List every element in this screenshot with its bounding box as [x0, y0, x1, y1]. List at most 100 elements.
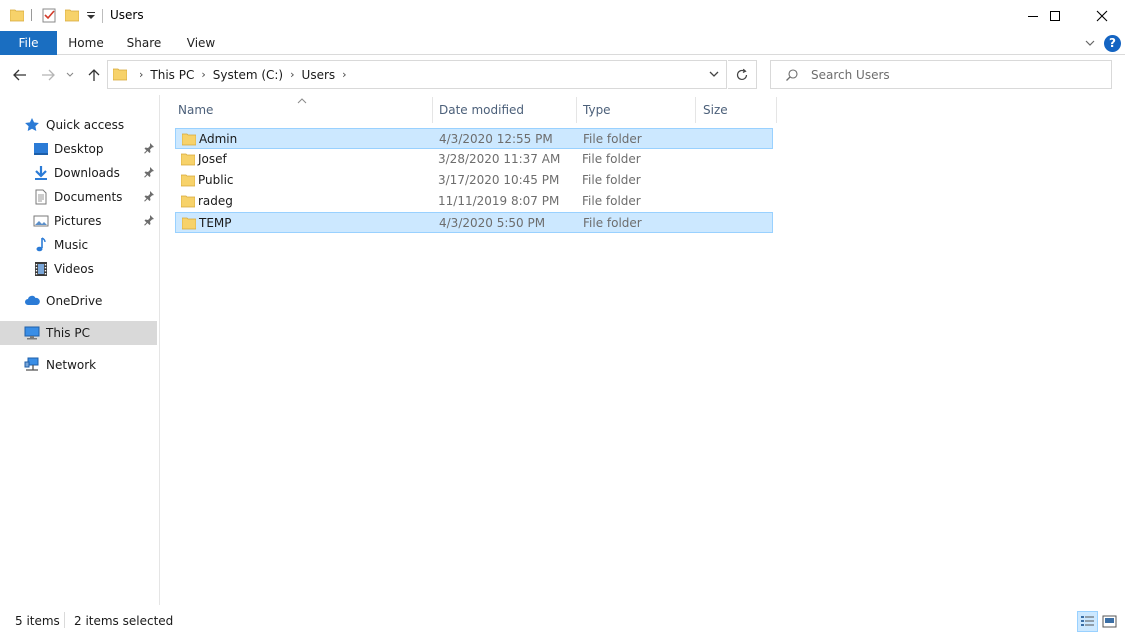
tab-file[interactable]: File [0, 31, 57, 55]
column-header-type[interactable]: Type [579, 97, 695, 123]
pin-icon[interactable] [143, 166, 155, 178]
breadcrumb-users[interactable]: Users [302, 68, 336, 82]
forward-button[interactable] [38, 64, 58, 86]
folder-icon [181, 216, 197, 230]
expand-ribbon-icon[interactable] [1084, 37, 1096, 49]
address-bar[interactable]: › This PC › System (C:) › Users › [107, 60, 727, 89]
search-box[interactable]: Search Users [770, 60, 1112, 89]
maximize-button[interactable] [1032, 0, 1078, 31]
nav-item-videos[interactable]: Videos [0, 257, 157, 281]
close-button[interactable] [1079, 0, 1125, 31]
breadcrumb-this-pc[interactable]: This PC [150, 68, 194, 82]
file-name: Public [198, 173, 234, 187]
folder-icon [181, 132, 197, 146]
search-input[interactable]: Search Users [811, 68, 890, 82]
pin-icon[interactable] [143, 190, 155, 202]
column-header-date-modified[interactable]: Date modified [435, 97, 576, 123]
nav-item-quick-access[interactable]: Quick access [0, 113, 157, 137]
nav-item-downloads[interactable]: Downloads [0, 161, 157, 185]
nav-item-documents[interactable]: Documents [0, 185, 157, 209]
help-icon[interactable]: ? [1104, 35, 1121, 52]
file-name: radeg [198, 194, 233, 208]
chevron-right-icon[interactable]: › [342, 68, 346, 81]
chevron-right-icon[interactable]: › [139, 68, 143, 81]
status-item-count: 5 items [15, 614, 60, 628]
status-separator [64, 612, 65, 628]
column-header-name[interactable]: Name [174, 97, 432, 123]
folder-icon [180, 194, 196, 208]
nav-item-this-pc[interactable]: This PC [0, 321, 157, 345]
large-icons-view-icon [1102, 615, 1117, 628]
film-icon [33, 261, 49, 277]
folder-icon [180, 152, 196, 166]
column-divider[interactable] [695, 97, 696, 123]
nav-item-pictures[interactable]: Pictures [0, 209, 157, 233]
refresh-button[interactable] [728, 60, 757, 89]
file-type: File folder [583, 216, 642, 230]
window-title: Users [110, 8, 144, 22]
address-history-dropdown[interactable] [708, 67, 720, 81]
chevron-right-icon[interactable]: › [201, 68, 205, 81]
column-divider[interactable] [432, 97, 433, 123]
nav-item-network[interactable]: Network [0, 353, 157, 377]
star-icon [24, 117, 40, 133]
pin-icon[interactable] [143, 214, 155, 226]
folder-icon [112, 67, 128, 81]
search-icon [785, 68, 799, 82]
file-date-modified: 3/17/2020 10:45 PM [438, 173, 560, 187]
document-icon [33, 189, 49, 205]
nav-item-onedrive[interactable]: OneDrive [0, 289, 157, 313]
file-row-public[interactable]: Public 3/17/2020 10:45 PM File folder [175, 170, 773, 191]
details-view-icon [1081, 616, 1094, 626]
file-date-modified: 4/3/2020 5:50 PM [439, 216, 546, 230]
file-type: File folder [582, 173, 641, 187]
tab-view[interactable]: View [180, 31, 222, 55]
breadcrumb-system-c[interactable]: System (C:) [213, 68, 283, 82]
ribbon-tabs: File Home Share View ? [0, 31, 1125, 55]
pin-icon[interactable] [143, 142, 155, 154]
file-row-admin[interactable]: Admin 4/3/2020 12:55 PM File folder [175, 128, 773, 149]
file-row-radeg[interactable]: radeg 11/11/2019 8:07 PM File folder [175, 191, 773, 212]
file-name: Josef [198, 152, 227, 166]
customize-toolbar-icon[interactable] [85, 9, 97, 21]
desktop-icon [33, 141, 49, 157]
file-date-modified: 11/11/2019 8:07 PM [438, 194, 560, 208]
file-row-temp[interactable]: TEMP 4/3/2020 5:50 PM File folder [175, 212, 773, 233]
tab-share[interactable]: Share [122, 31, 166, 55]
file-type: File folder [582, 194, 641, 208]
nav-item-music[interactable]: Music [0, 233, 157, 257]
recent-locations-button[interactable] [63, 64, 77, 86]
network-icon [24, 357, 40, 373]
column-divider[interactable] [776, 97, 777, 123]
file-name: Admin [199, 132, 238, 146]
file-date-modified: 3/28/2020 11:37 AM [438, 152, 561, 166]
details-view-button[interactable] [1077, 611, 1098, 632]
properties-icon[interactable] [41, 7, 57, 23]
computer-icon [24, 325, 40, 341]
status-selection: 2 items selected [74, 614, 174, 628]
title-separator [102, 9, 103, 23]
chevron-right-icon[interactable]: › [290, 68, 294, 81]
breadcrumb: › This PC › System (C:) › Users › [132, 61, 354, 88]
large-icons-view-button[interactable] [1099, 611, 1120, 632]
up-button[interactable] [84, 64, 104, 86]
file-name: TEMP [199, 216, 232, 230]
refresh-icon [736, 68, 748, 80]
file-date-modified: 4/3/2020 12:55 PM [439, 132, 553, 146]
music-note-icon [33, 237, 49, 253]
nav-item-desktop[interactable]: Desktop [0, 137, 157, 161]
file-type: File folder [583, 132, 642, 146]
navigation-pane: Quick access Desktop Downloads Documents [0, 95, 160, 605]
new-folder-icon[interactable] [64, 8, 80, 22]
cloud-icon [24, 293, 40, 309]
folder-icon [180, 173, 196, 187]
back-button[interactable] [10, 64, 30, 86]
tab-home[interactable]: Home [64, 31, 108, 55]
column-header-size[interactable]: Size [699, 97, 775, 123]
column-divider[interactable] [576, 97, 577, 123]
folder-icon [9, 8, 25, 22]
file-row-josef[interactable]: Josef 3/28/2020 11:37 AM File folder [175, 149, 773, 170]
file-type: File folder [582, 152, 641, 166]
toolbar-separator [31, 9, 32, 21]
download-arrow-icon [33, 165, 49, 181]
